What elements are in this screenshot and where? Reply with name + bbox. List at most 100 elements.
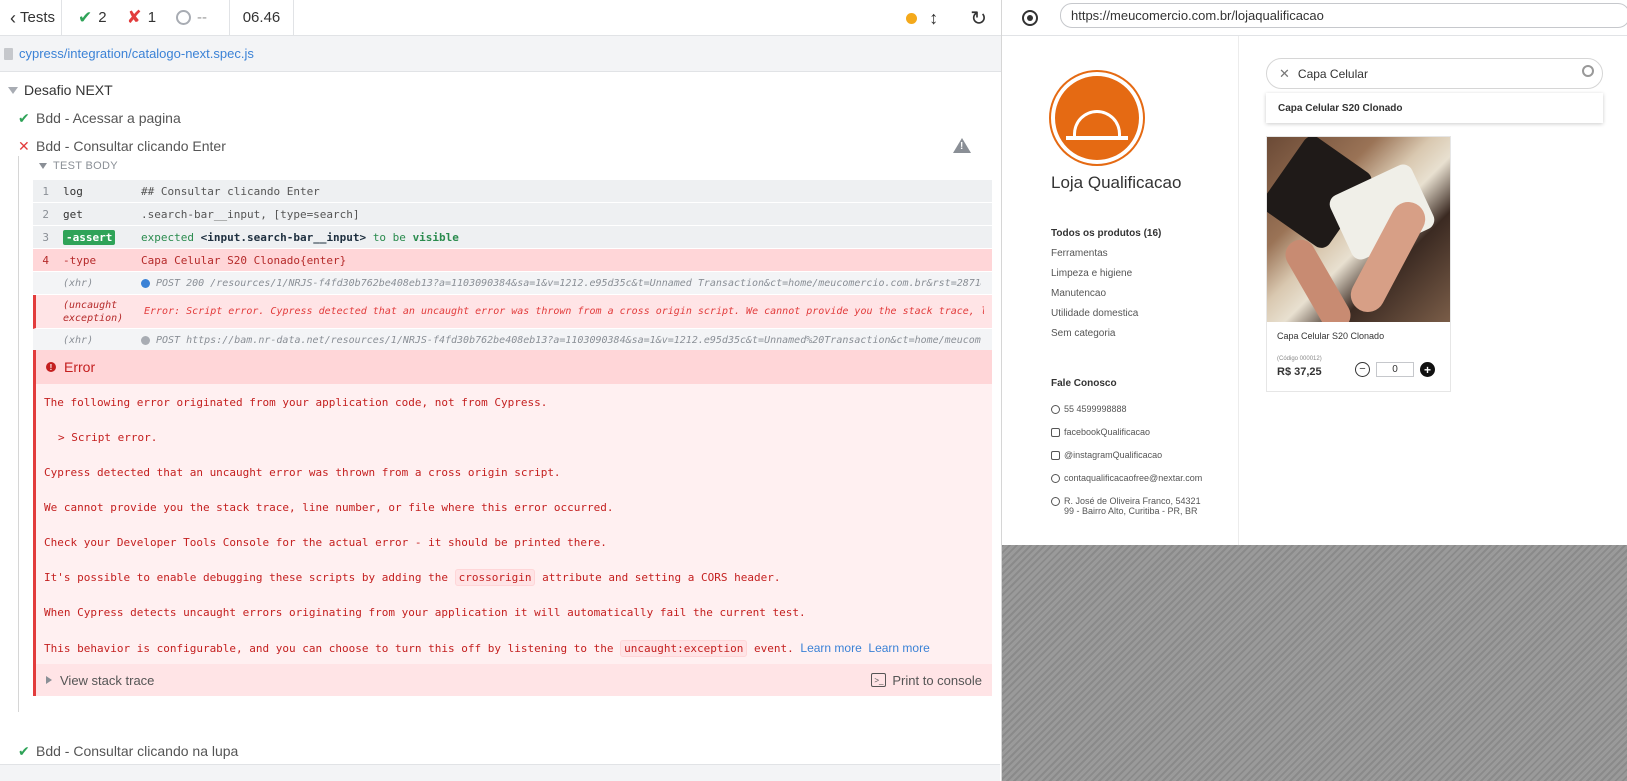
collapse-icon bbox=[8, 86, 18, 94]
command-name: get bbox=[63, 207, 83, 221]
view-stack-trace-toggle[interactable]: View stack trace bbox=[46, 673, 154, 688]
event-message-text: POST https://bam.nr-data.net/resources/1… bbox=[156, 334, 981, 346]
category-list: Todos os produtos (16) Ferramentas Limpe… bbox=[1051, 228, 1161, 348]
check-icon: ✔ bbox=[18, 109, 30, 126]
contact-phone[interactable]: 55 4599998888 bbox=[1051, 404, 1202, 427]
search-suggestion[interactable]: Capa Celular S20 Clonado bbox=[1266, 93, 1603, 123]
command-row-assert[interactable]: 3 -assert expected <input.search-bar__in… bbox=[33, 226, 992, 249]
event-message: Error: Script error. Cypress detected th… bbox=[144, 306, 984, 317]
back-label: Tests bbox=[20, 9, 56, 26]
test-body-header[interactable]: TEST BODY bbox=[39, 160, 118, 172]
toggle-auto-scroll-button[interactable]: ↕ bbox=[929, 8, 938, 29]
print-to-console-button[interactable]: >_ Print to console bbox=[871, 673, 982, 688]
product-image[interactable] bbox=[1267, 137, 1450, 322]
command-name: -assert bbox=[63, 229, 141, 245]
error-line: We cannot provide you the stack trace, l… bbox=[44, 501, 614, 514]
xhr-status-icon bbox=[141, 278, 150, 288]
contact-text: @instagramQualificacao bbox=[1064, 450, 1163, 460]
contact-text: facebookQualificacao bbox=[1064, 427, 1151, 437]
code-snippet: uncaught:exception bbox=[620, 640, 748, 657]
event-name: (xhr) bbox=[63, 334, 94, 346]
passed-count: ✔ 2 bbox=[78, 8, 107, 28]
suite-title-text: Desafio NEXT bbox=[24, 82, 113, 98]
store-page: Loja Qualificacao Todos os produtos (16)… bbox=[1002, 36, 1627, 545]
suite-title[interactable]: Desafio NEXT bbox=[0, 76, 1001, 104]
command-number: 3 bbox=[42, 230, 49, 244]
contact-facebook[interactable]: facebookQualificacao bbox=[1051, 427, 1202, 450]
header-controls: ↕ ↻ bbox=[906, 0, 1001, 36]
command-row[interactable]: 2 get .search-bar__input, [type=search] bbox=[33, 203, 992, 226]
category-item[interactable]: Sem categoria bbox=[1051, 328, 1161, 348]
search-input[interactable]: Capa Celular bbox=[1298, 67, 1368, 81]
test-item-passed[interactable]: ✔ Bdd - Acessar a pagina bbox=[0, 104, 1001, 132]
pending-value: -- bbox=[197, 9, 208, 26]
back-to-tests-button[interactable]: ‹ Tests bbox=[0, 0, 62, 36]
contact-instagram[interactable]: @instagramQualificacao bbox=[1051, 450, 1202, 473]
test-title: Bdd - Acessar a pagina bbox=[36, 110, 181, 126]
location-pin-icon bbox=[1051, 497, 1060, 506]
warning-icon[interactable]: ! bbox=[953, 138, 971, 153]
spec-path-link[interactable]: cypress/integration/catalogo-next.spec.j… bbox=[19, 46, 254, 61]
learn-more-link[interactable]: Learn more bbox=[868, 641, 929, 655]
contact-address: R. José de Oliveira Franco, 54321 99 - B… bbox=[1051, 496, 1201, 519]
category-item[interactable]: Limpeza e higiene bbox=[1051, 268, 1161, 288]
whatsapp-icon bbox=[1051, 405, 1060, 414]
horizontal-scrollbar[interactable] bbox=[0, 764, 1000, 781]
category-item[interactable]: Manutencao bbox=[1051, 288, 1161, 308]
store-logo[interactable] bbox=[1051, 72, 1143, 164]
error-line: When Cypress detects uncaught errors ori… bbox=[44, 606, 806, 619]
app-under-test: https://meucomercio.com.br/lojaqualifica… bbox=[1002, 0, 1627, 781]
error-line: This behavior is configurable, and you c… bbox=[44, 640, 984, 657]
command-row-failed[interactable]: 4 -type Capa Celular S20 Clonado{enter} bbox=[33, 249, 992, 272]
error-text: This behavior is configurable, and you c… bbox=[44, 642, 614, 655]
test-title: Bdd - Consultar clicando na lupa bbox=[36, 743, 239, 759]
store-sidebar: Loja Qualificacao Todos os produtos (16)… bbox=[1002, 36, 1239, 545]
search-icon[interactable] bbox=[1582, 65, 1594, 77]
search-bar[interactable]: ✕ Capa Celular bbox=[1266, 58, 1603, 89]
error-header: ! Error bbox=[36, 350, 992, 384]
error-text: It's possible to enable debugging these … bbox=[44, 571, 448, 584]
error-line: Check your Developer Tools Console for t… bbox=[44, 536, 607, 549]
command-name: log bbox=[63, 184, 83, 198]
contact-list: 55 4599998888 facebookQualificacao @inst… bbox=[1051, 404, 1202, 519]
quantity-input[interactable]: 0 bbox=[1376, 362, 1414, 377]
reporter-header: ‹ Tests ✔ 2 ✘ 1 -- 06.46 ↕ ↻ bbox=[0, 0, 1001, 36]
contact-text: 55 4599998888 bbox=[1064, 404, 1127, 414]
category-item[interactable]: Utilidade domestica bbox=[1051, 308, 1161, 328]
error-message: The following error originated from your… bbox=[36, 384, 992, 689]
failed-value: 1 bbox=[147, 9, 157, 26]
pending-count: -- bbox=[176, 9, 207, 26]
clear-search-icon[interactable]: ✕ bbox=[1279, 66, 1290, 82]
event-row-xhr[interactable]: (xhr) POST https://bam.nr-data.net/resou… bbox=[33, 329, 992, 352]
learn-more-link[interactable]: Learn more bbox=[800, 641, 861, 655]
url-display[interactable]: https://meucomercio.com.br/lojaqualifica… bbox=[1060, 3, 1627, 28]
rerun-icon[interactable]: ↻ bbox=[950, 6, 987, 31]
category-item-all[interactable]: Todos os produtos (16) bbox=[1051, 228, 1161, 248]
assert-to-be: to be bbox=[372, 230, 406, 244]
event-row-uncaught-exception[interactable]: (uncaught exception) Error: Script error… bbox=[33, 295, 992, 329]
event-row-xhr[interactable]: (xhr) POST 200 /resources/1/NRJS-f4fd30b… bbox=[33, 272, 992, 295]
error-text: event. bbox=[754, 642, 794, 655]
product-price: R$ 37,25 bbox=[1277, 366, 1322, 378]
command-row[interactable]: 1 log ## Consultar clicando Enter bbox=[33, 180, 992, 203]
increment-button[interactable]: + bbox=[1420, 362, 1435, 377]
error-line: > Script error. bbox=[58, 431, 158, 444]
decrement-button[interactable]: − bbox=[1355, 362, 1370, 377]
failed-count: ✘ 1 bbox=[127, 7, 156, 28]
category-item[interactable]: Ferramentas bbox=[1051, 248, 1161, 268]
expand-icon bbox=[46, 676, 52, 684]
command-message: Capa Celular S20 Clonado{enter} bbox=[141, 253, 347, 267]
assert-prefix: expected bbox=[141, 230, 194, 244]
selector-playground-icon[interactable] bbox=[1022, 9, 1038, 26]
command-message: ## Consultar clicando Enter bbox=[141, 184, 320, 198]
command-message: expected <input.search-bar__input> to be… bbox=[141, 231, 459, 244]
error-text: attribute and setting a CORS header. bbox=[542, 571, 781, 584]
test-item-passed[interactable]: ✔ Bdd - Consultar clicando na lupa bbox=[0, 737, 238, 765]
command-number: 1 bbox=[42, 184, 49, 198]
product-card[interactable]: Capa Celular S20 Clonado (Código 000012)… bbox=[1266, 136, 1451, 392]
duration: 06.46 bbox=[230, 0, 294, 36]
spinner-icon bbox=[176, 10, 192, 25]
product-code: (Código 000012) bbox=[1277, 356, 1322, 362]
contact-email[interactable]: contaqualificacaofree@nextar.com bbox=[1051, 473, 1202, 496]
chevron-left-icon: ‹ bbox=[10, 7, 16, 28]
